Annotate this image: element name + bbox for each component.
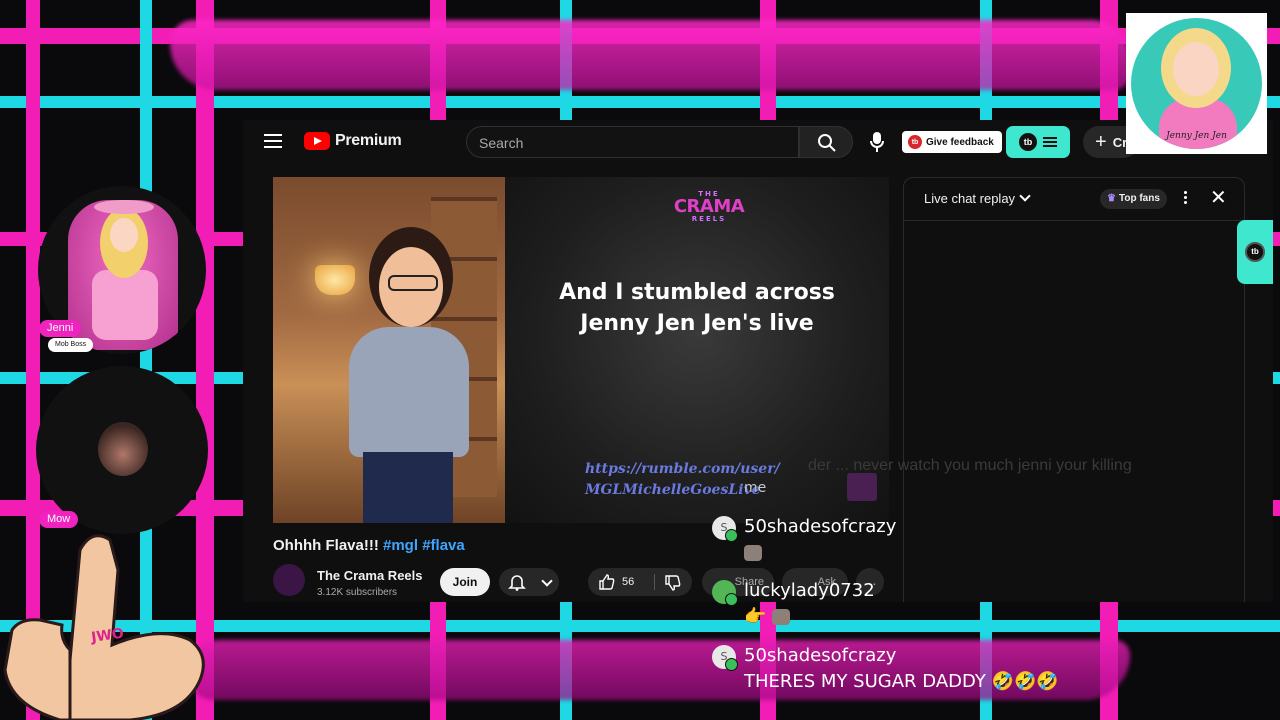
youtube-logo-icon: [304, 132, 330, 150]
sticker-signature: Jenny Jen Jen: [1166, 131, 1227, 141]
chat-ghost-line: me: [744, 480, 767, 496]
brand-label: Premium: [335, 132, 402, 149]
chat-avatar: S: [712, 645, 738, 671]
search-button[interactable]: [799, 126, 853, 158]
emote-icon: [772, 609, 791, 625]
tubebuddy-logo-icon: tb: [1019, 133, 1037, 151]
chat-avatar: [712, 580, 738, 606]
join-button[interactable]: Join: [440, 568, 490, 596]
channel-avatar[interactable]: [273, 564, 305, 596]
bell-icon: [508, 575, 526, 591]
avatar-hat-graphic: [94, 200, 154, 214]
webcam-face-graphic: [98, 422, 148, 476]
online-dot-icon: [725, 658, 738, 671]
youtube-logo[interactable]: Premium: [304, 132, 402, 150]
dislike-icon[interactable]: [664, 574, 682, 592]
chat-mode-dropdown[interactable]: Live chat replay: [924, 190, 1031, 206]
jenny-avatar-sticker: Jenny Jen Jen: [1126, 13, 1267, 154]
lamp-graphic: [315, 265, 355, 295]
chat-username: 50shadesofcrazy: [744, 516, 897, 537]
hashtag-mgl[interactable]: #mgl: [383, 537, 418, 554]
ghost-chat-text: der ... never watch you much jenni your …: [808, 457, 1132, 474]
paint-smear-top: [170, 20, 1130, 90]
chevron-down-icon: [541, 575, 553, 587]
like-divider: [654, 574, 655, 590]
tubebuddy-menu-button[interactable]: tb: [1006, 126, 1070, 158]
chat-text: THERES MY SUGAR DADDY 🤣🤣🤣: [744, 671, 1059, 692]
online-dot-icon: [725, 529, 738, 542]
tubebuddy-badge-icon: tb: [908, 135, 922, 149]
middle-finger-hand-graphic: JWO: [3, 534, 205, 720]
search-icon: [818, 134, 836, 152]
subscriber-count: 3.12K subscribers: [317, 587, 398, 598]
character-glasses-graphic: [388, 275, 438, 291]
notifications-button[interactable]: [499, 568, 559, 596]
video-player[interactable]: THE CRAMA REELS And I stumbled across Je…: [273, 177, 889, 523]
chat-text: [744, 542, 762, 563]
plus-icon: +: [1095, 131, 1107, 153]
give-feedback-button[interactable]: tb Give feedback: [902, 131, 1002, 153]
character-body-graphic: [349, 327, 469, 457]
cam2-name-tag: Mow: [39, 511, 79, 528]
video-animated-scene: [273, 177, 505, 523]
video-title-text: Ohhhh Flava!!!: [273, 537, 379, 554]
top-fans-button[interactable]: ♛ Top fans: [1100, 189, 1167, 209]
create-label: Cr: [1112, 134, 1128, 150]
chat-username: 50shadesofcrazy: [744, 645, 897, 666]
live-chat-header: Live chat replay ♛ Top fans ✕: [904, 178, 1244, 221]
video-corner-sticker: [847, 473, 877, 501]
tubebuddy-side-tab[interactable]: tb: [1237, 220, 1273, 284]
top-fans-label: Top fans: [1118, 193, 1160, 204]
avatar-face-graphic: [110, 218, 138, 252]
avatar-suit-graphic: [92, 270, 158, 340]
close-icon[interactable]: ✕: [1210, 188, 1227, 208]
character-legs-graphic: [363, 452, 453, 523]
live-chat-panel: Live chat replay ♛ Top fans ✕: [903, 177, 1245, 602]
webcam-mow: [36, 366, 208, 534]
video-caption: And I stumbled across Jenny Jen Jen's li…: [559, 280, 835, 336]
mic-icon[interactable]: [869, 131, 885, 153]
crown-icon: ♛: [1107, 193, 1116, 204]
like-count: 56: [622, 576, 635, 588]
crama-reels-logo: THE CRAMA REELS: [665, 191, 753, 223]
chevron-down-icon: [1019, 190, 1031, 202]
menu-lines-icon: [1043, 135, 1057, 149]
youtube-topbar: Premium Search tb Give feedback tb + Cr: [243, 120, 1273, 166]
emote-icon: [744, 545, 762, 561]
like-dislike-group: 56: [588, 568, 692, 596]
hamburger-icon[interactable]: [264, 134, 282, 148]
tubebuddy-side-icon: tb: [1245, 242, 1265, 262]
hashtag-flava[interactable]: #flava: [422, 537, 465, 554]
video-title: Ohhhh Flava!!! #mgl #flava: [273, 537, 465, 554]
chat-username: luckylady0732: [744, 580, 875, 601]
sticker-circle: Jenny Jen Jen: [1131, 18, 1262, 149]
give-feedback-label: Give feedback: [926, 136, 994, 148]
search-input[interactable]: Search: [466, 126, 799, 158]
pointing-hand-emoji: 👉: [744, 606, 767, 627]
like-icon[interactable]: [598, 573, 616, 591]
chat-title-label: Live chat replay: [924, 191, 1016, 206]
crama-reels-logo-bottom: REELS: [691, 215, 727, 223]
channel-name[interactable]: The Crama Reels: [317, 568, 423, 583]
cam1-role-tag: Mob Boss: [48, 338, 94, 352]
cam1-name-tag: Jenni: [39, 320, 82, 337]
online-dot-icon: [725, 593, 738, 606]
crama-reels-logo-main: CRAMA: [673, 196, 745, 217]
chat-text: 👉: [744, 606, 791, 627]
chat-avatar: S: [712, 516, 738, 542]
kebab-icon[interactable]: [1182, 189, 1188, 209]
sticker-face-graphic: [1173, 42, 1219, 96]
